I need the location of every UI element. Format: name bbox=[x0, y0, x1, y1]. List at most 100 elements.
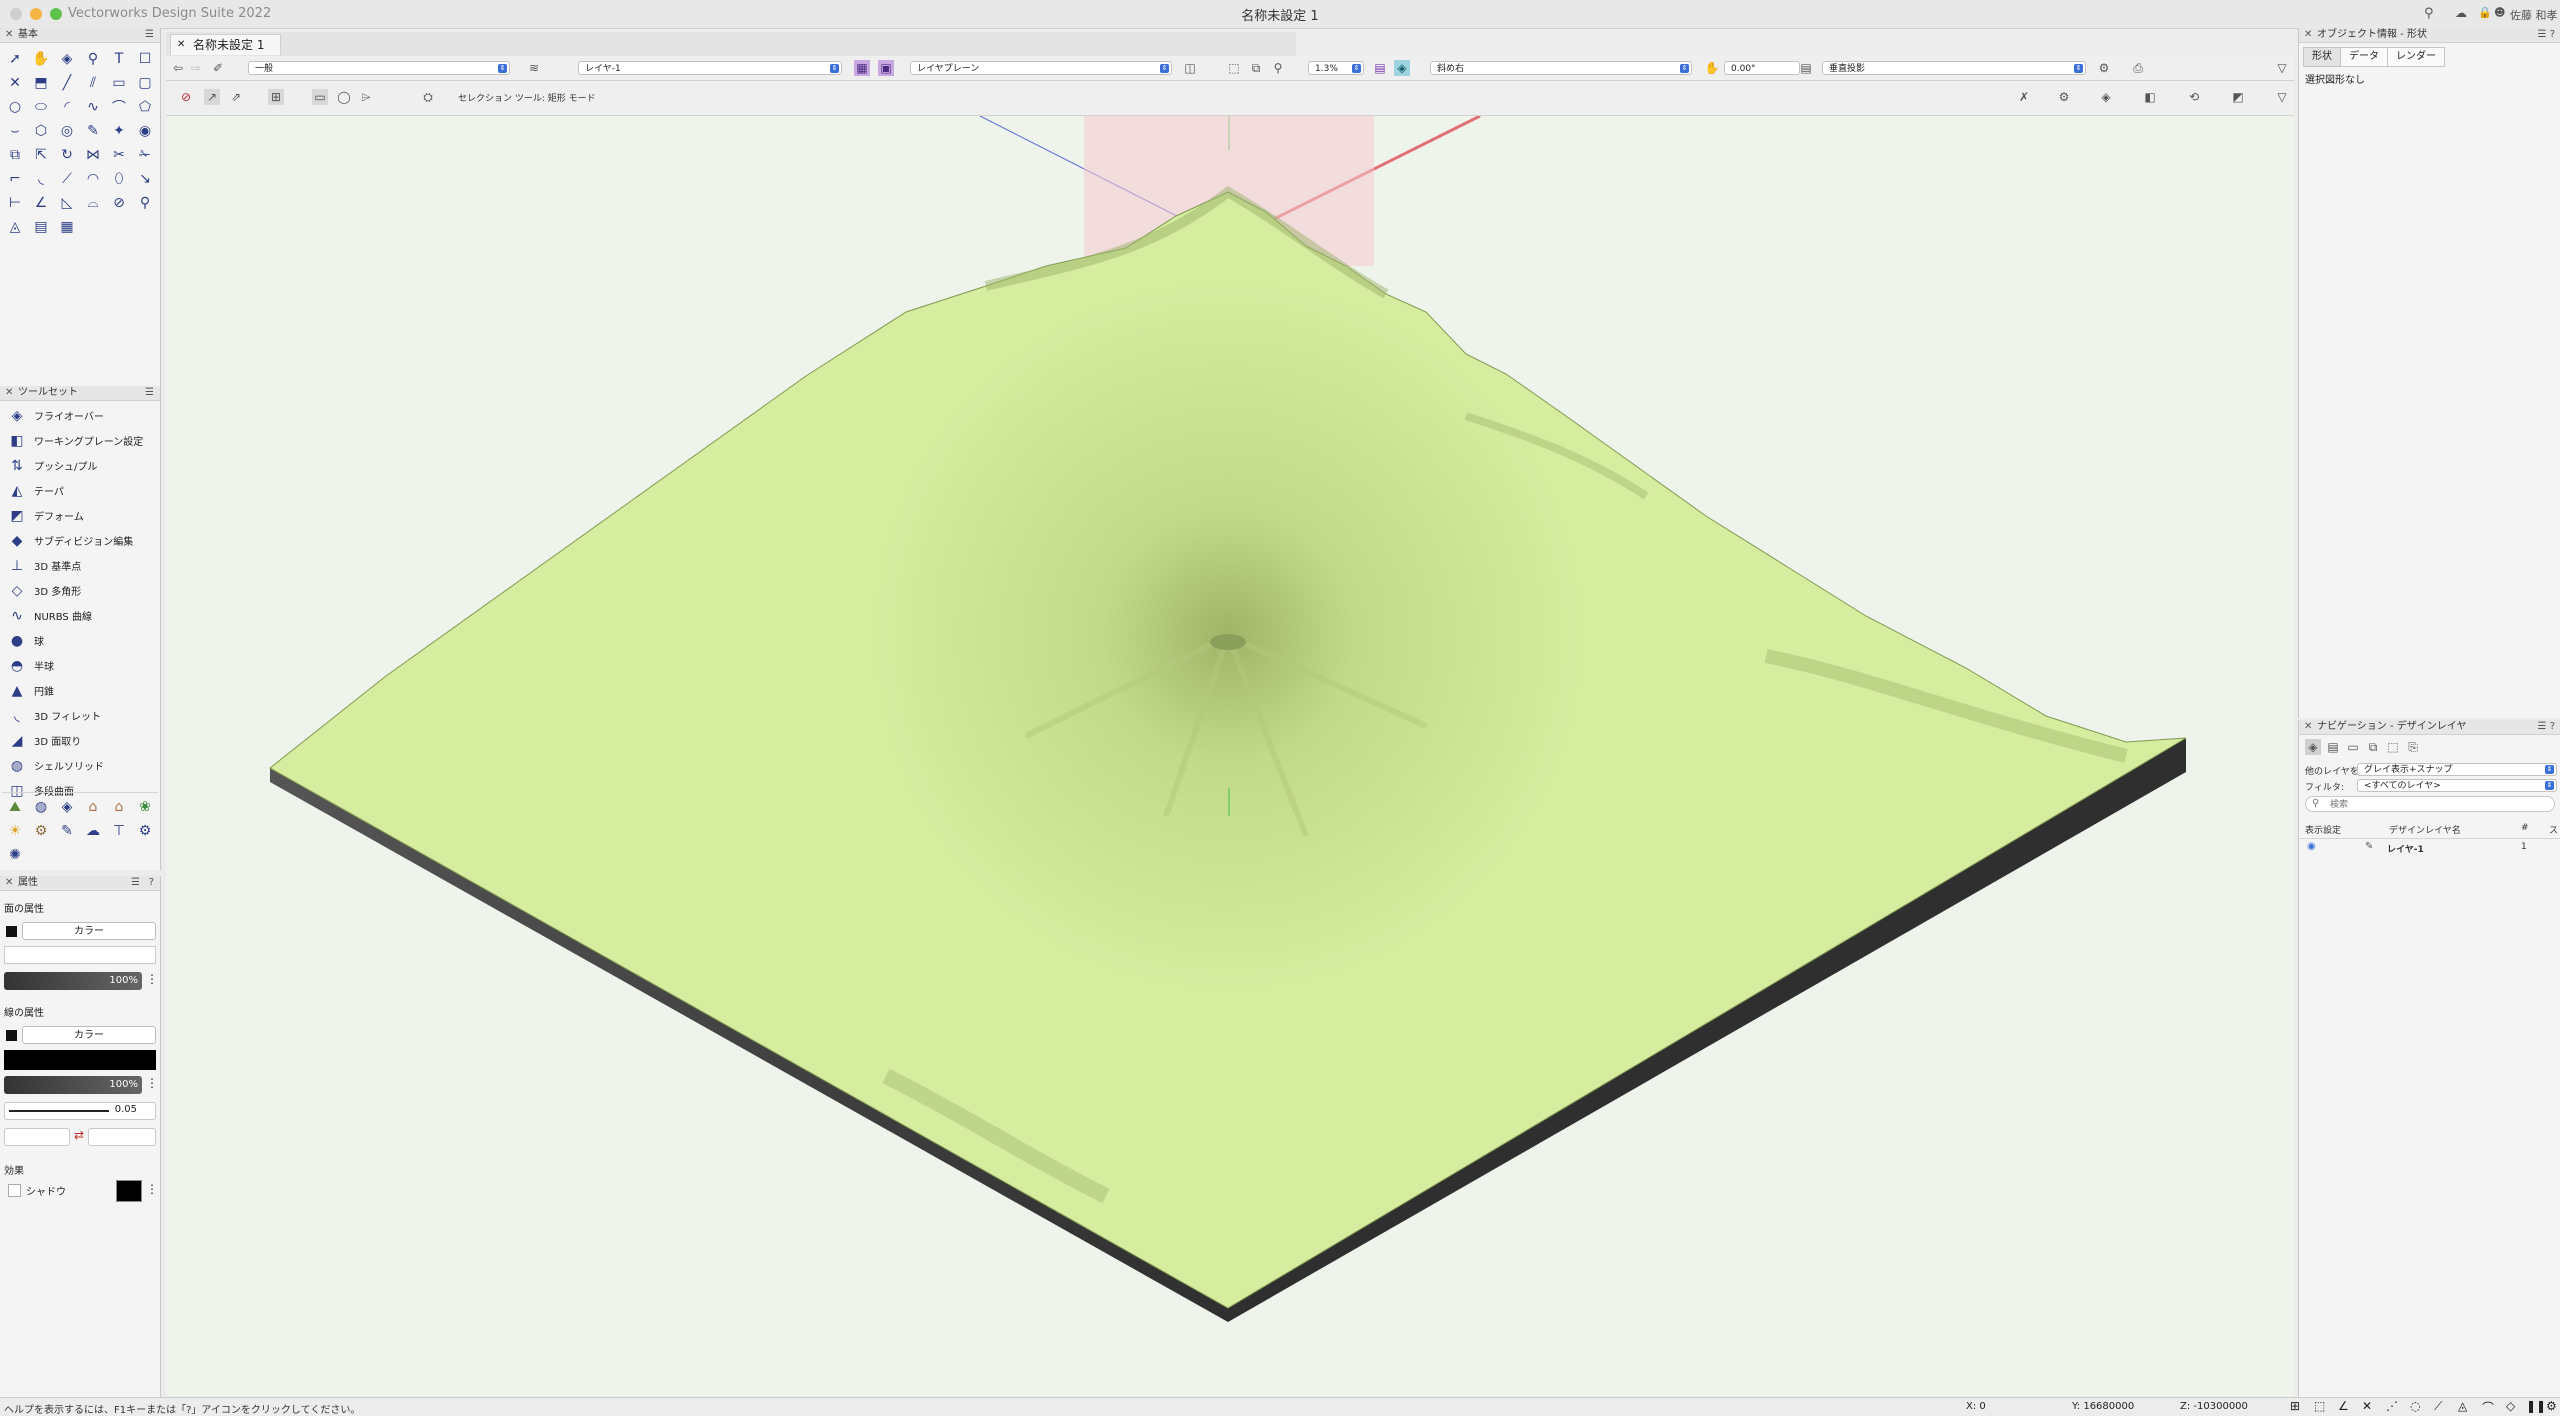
start-marker-select[interactable] bbox=[4, 1128, 70, 1146]
3d-modeling-toolset-icon[interactable]: ◈ bbox=[54, 795, 80, 819]
nav-references-icon[interactable]: ⎘ bbox=[2405, 739, 2421, 755]
snap-settings-icon[interactable]: ⚙ bbox=[2056, 89, 2072, 105]
layer-plane-icon[interactable]: ▣ bbox=[878, 60, 894, 76]
connect-tool-icon[interactable]: ⌐ bbox=[2, 167, 28, 191]
snap-angle-icon[interactable]: ∠ bbox=[2338, 1399, 2349, 1413]
cloud-icon[interactable]: ☁ bbox=[2455, 6, 2467, 20]
site-design-toolset-icon[interactable]: ⛰ bbox=[2, 795, 28, 819]
view-select[interactable]: 斜め右 ⇕ bbox=[1430, 61, 1692, 75]
document-tab[interactable]: ✕ 名称未設定 1 bbox=[170, 34, 282, 55]
furniture-toolset-icon[interactable]: ⌂ bbox=[80, 795, 106, 819]
shadow-menu-icon[interactable]: ⋮ bbox=[146, 1182, 158, 1196]
spiral-tool-icon[interactable]: ◎ bbox=[54, 119, 80, 143]
snap-wp-icon[interactable]: ◇ bbox=[2506, 1399, 2515, 1413]
col-number[interactable]: # bbox=[2521, 823, 2529, 833]
toolset-item[interactable]: ◆ サブディビジョン編集 bbox=[0, 528, 160, 553]
close-icon[interactable]: ✕ bbox=[5, 28, 13, 42]
pen-color-swatch[interactable] bbox=[6, 1030, 17, 1041]
tab-data[interactable]: データ bbox=[2340, 47, 2388, 67]
regular-polygon-tool-icon[interactable]: ⬡ bbox=[28, 119, 54, 143]
rotation-field[interactable]: 0.00° bbox=[1724, 61, 1800, 75]
plane-select[interactable]: レイヤプレーン ⇕ bbox=[910, 61, 1172, 75]
toolset-item[interactable]: ◓ 半球 bbox=[0, 653, 160, 678]
pause-icon[interactable]: ❚❚ bbox=[2526, 1399, 2546, 1413]
visibility-grid-icon[interactable]: ▦ bbox=[854, 60, 870, 76]
single-object-mode-icon[interactable]: ↗ bbox=[204, 89, 220, 105]
snap-intersection-icon[interactable]: ✕ bbox=[2362, 1399, 2372, 1413]
fill-type-select[interactable]: カラー bbox=[4, 922, 156, 940]
zoom-tool-icon[interactable]: ⚲ bbox=[80, 47, 106, 71]
eyedropper-tool-icon[interactable]: ✎ bbox=[80, 119, 106, 143]
snap-tangent-icon[interactable]: ◌ bbox=[2410, 1399, 2420, 1413]
zoom-window-button[interactable] bbox=[50, 8, 62, 20]
shape-tool-icon[interactable]: ⬯ bbox=[106, 167, 132, 191]
fit-to-page-icon[interactable]: ⬚ bbox=[1226, 60, 1242, 76]
visible-eye-icon[interactable]: ◉ bbox=[2307, 841, 2316, 852]
toolset-item[interactable]: ▲ 円錐 bbox=[0, 678, 160, 703]
fill-color-swatch[interactable] bbox=[6, 926, 17, 937]
polyline-tool-icon[interactable]: ⌒ bbox=[106, 95, 132, 119]
visualization-toolset-icon[interactable]: ◍ bbox=[28, 795, 54, 819]
tool-bar-options-icon[interactable]: ▽ bbox=[2274, 89, 2290, 105]
close-window-button[interactable] bbox=[10, 8, 22, 20]
axis-options-icon[interactable]: ⟲ bbox=[2186, 89, 2202, 105]
callout-tool-icon[interactable]: ☐ bbox=[132, 47, 158, 71]
mirror-tool-icon[interactable]: ⋈ bbox=[80, 143, 106, 167]
building-toolset-icon[interactable]: ⌂ bbox=[106, 795, 132, 819]
close-icon[interactable]: ✕ bbox=[5, 386, 13, 400]
tool-preferences-icon[interactable]: ⛭ bbox=[420, 89, 436, 105]
rotate-tool-icon[interactable]: ↻ bbox=[54, 143, 80, 167]
toolset-item[interactable]: ∿ NURBS 曲線 bbox=[0, 603, 160, 628]
view-cube-icon[interactable]: ◈ bbox=[1394, 60, 1410, 76]
tab-render[interactable]: レンダー bbox=[2387, 47, 2445, 67]
user-icon[interactable]: ☻ bbox=[2494, 6, 2505, 19]
toolset-item[interactable]: ◧ ワーキングプレーン設定 bbox=[0, 428, 160, 453]
fasteners-toolset-icon[interactable]: ⚙ bbox=[132, 819, 158, 843]
drafting-toolset-icon[interactable]: ✎ bbox=[54, 819, 80, 843]
working-plane-options-icon[interactable]: ◧ bbox=[2142, 89, 2158, 105]
toolset-item[interactable]: ⇅ プッシュ/プル bbox=[0, 453, 160, 478]
close-icon[interactable]: ✕ bbox=[2304, 720, 2312, 734]
view-bar-options-icon[interactable]: ▽ bbox=[2274, 60, 2290, 76]
toolset-item[interactable]: ● 球 bbox=[0, 628, 160, 653]
line-tool-icon[interactable]: ╱ bbox=[54, 71, 80, 95]
snap-surface-icon[interactable]: ◬ bbox=[2458, 1399, 2467, 1413]
back-icon[interactable]: ⇦ bbox=[170, 60, 186, 76]
reshape-tool-icon[interactable]: ✕ bbox=[2, 71, 28, 95]
layer-stack-icon[interactable]: ≋ bbox=[526, 60, 542, 76]
wall-tool-icon[interactable]: ▤ bbox=[28, 215, 54, 239]
arc-tool-icon[interactable]: ◜ bbox=[54, 95, 80, 119]
palette-menu-icon[interactable]: ☰ bbox=[145, 28, 154, 42]
protractor-tool-icon[interactable]: ◺ bbox=[54, 191, 80, 215]
render-options-icon[interactable]: ◩ bbox=[2230, 89, 2246, 105]
layer-row[interactable]: ◉ ✎ レイヤ-1 1 bbox=[2299, 840, 2560, 856]
flyover-options-icon[interactable]: ◈ bbox=[2098, 89, 2114, 105]
split-tool-icon[interactable]: ✁ bbox=[132, 143, 158, 167]
nav-sheet-layers-icon[interactable]: ▤ bbox=[2325, 739, 2341, 755]
detailing-toolset-icon[interactable]: ☁ bbox=[80, 819, 106, 843]
line-weight-select[interactable]: 0.05 bbox=[4, 1102, 156, 1120]
tab-shape[interactable]: 形状 bbox=[2303, 47, 2341, 67]
snap-icon[interactable]: ✗ bbox=[2016, 89, 2032, 105]
end-marker-select[interactable] bbox=[88, 1128, 156, 1146]
palette-menu-icon[interactable]: ☰ bbox=[145, 386, 154, 400]
gear-toolset-icon[interactable]: ✺ bbox=[2, 843, 28, 867]
palette-menu-icon[interactable]: ☰ ? bbox=[2538, 720, 2555, 734]
other-layers-select[interactable]: グレイ表示+スナップ ⇕ bbox=[2357, 763, 2557, 776]
mep-toolset-icon[interactable]: ⊤ bbox=[106, 819, 132, 843]
class-select[interactable]: 一般 ⇕ bbox=[248, 61, 510, 75]
section-tool-icon[interactable]: ⌓ bbox=[80, 191, 106, 215]
toolset-item[interactable]: ⊥ 3D 基準点 bbox=[0, 553, 160, 578]
angle-dim-tool-icon[interactable]: ∠ bbox=[28, 191, 54, 215]
flyover-tool-icon[interactable]: ◈ bbox=[54, 47, 80, 71]
layer-search-input[interactable] bbox=[2328, 797, 2532, 812]
3d-tool-icon[interactable]: ⊘ bbox=[106, 191, 132, 215]
settings-gear-icon[interactable]: ⚙ bbox=[2546, 1399, 2557, 1413]
push-pull-tool-icon[interactable]: ⬒ bbox=[28, 71, 54, 95]
zoom-field[interactable]: 1.3% ⇕ bbox=[1308, 61, 1364, 75]
nav-saved-views-icon[interactable]: ⬚ bbox=[2385, 739, 2401, 755]
marker-swap-icon[interactable]: ⇄ bbox=[74, 1128, 84, 1142]
lasso-mode-icon[interactable]: ◯ bbox=[336, 89, 352, 105]
filter-select[interactable]: <すべてのレイヤ> ⇕ bbox=[2357, 779, 2557, 792]
polygon-tool-icon[interactable]: ⬠ bbox=[132, 95, 158, 119]
